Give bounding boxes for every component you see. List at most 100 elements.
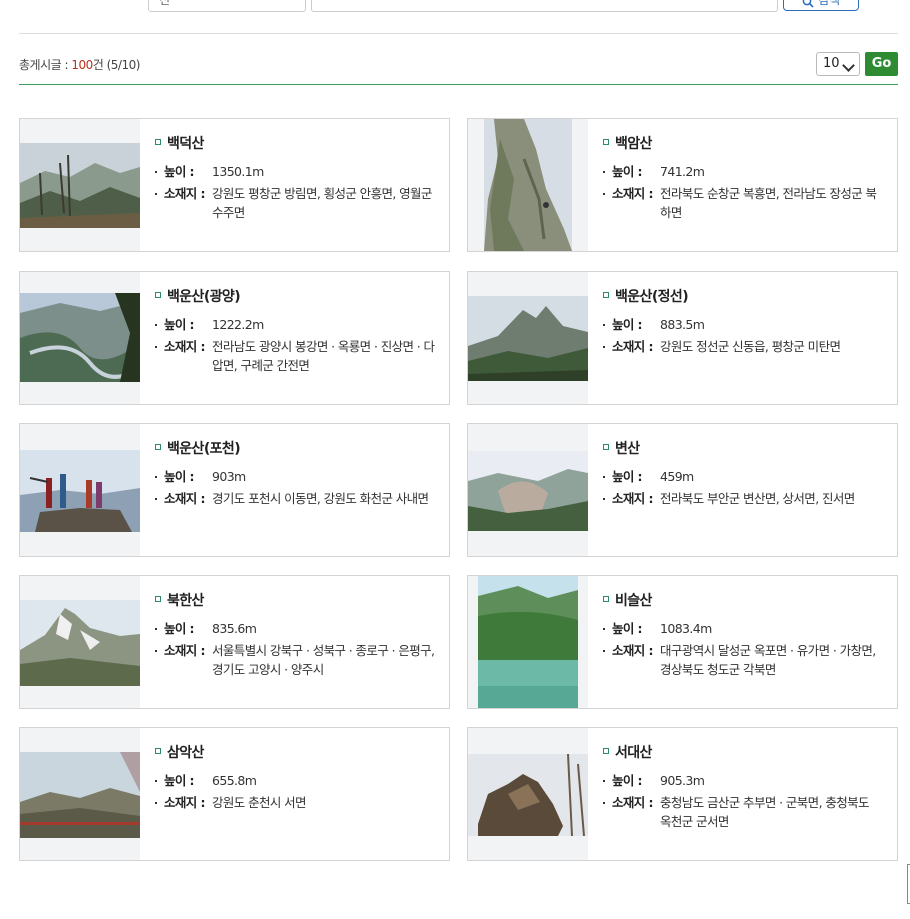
bullet-icon [603, 444, 609, 450]
height-label: 높이 : [164, 164, 195, 179]
height-row: 높이 : 905.3m [603, 771, 883, 790]
location-label: 소재지 : [164, 186, 205, 201]
height-label: 높이 : [164, 621, 195, 636]
per-page-select[interactable]: 10 [816, 52, 860, 76]
mountain-name-link[interactable]: 백암산 [603, 133, 883, 153]
location-value: 서울특별시 강북구 · 성북구 · 종로구 · 은평구, 경기도 고양시 · 양… [212, 643, 435, 677]
search-field-select[interactable]: 전 [148, 0, 306, 12]
height-value: 459m [660, 469, 694, 484]
location-value: 전라남도 광양시 봉강면 · 옥룡면 · 진상면 · 다압면, 구례군 간전면 [212, 339, 435, 373]
location-row: 소재지 : 전라남도 광양시 봉강면 · 옥룡면 · 진상면 · 다압면, 구례… [155, 337, 435, 375]
mountain-card[interactable]: 백운산(포천) 높이 : 903m 소재지 : 경기도 포천시 이동면, 강원도… [19, 423, 450, 557]
mountain-card[interactable]: 백덕산 높이 : 1350.1m 소재지 : 강원도 평창군 방림면, 횡성군 … [19, 118, 450, 252]
search-button[interactable]: 검색 [783, 0, 859, 11]
height-value: 741.2m [660, 164, 705, 179]
mountain-name-link[interactable]: 비슬산 [603, 590, 883, 610]
mountain-name: 변산 [615, 441, 640, 457]
location-row: 소재지 : 서울특별시 강북구 · 성북구 · 종로구 · 은평구, 경기도 고… [155, 641, 435, 679]
mountain-photo[interactable] [20, 272, 140, 404]
mountain-photo[interactable] [468, 424, 588, 556]
location-value: 전라북도 부안군 변산면, 상서면, 진서면 [660, 491, 855, 506]
mountain-photo[interactable] [468, 728, 588, 860]
height-value: 1083.4m [660, 621, 712, 636]
height-value: 903m [212, 469, 246, 484]
height-label: 높이 : [612, 317, 643, 332]
location-label: 소재지 : [612, 643, 653, 658]
height-row: 높이 : 1083.4m [603, 619, 883, 638]
location-row: 소재지 : 전라북도 부안군 변산면, 상서면, 진서면 [603, 489, 883, 508]
location-row: 소재지 : 경기도 포천시 이동면, 강원도 화천군 사내면 [155, 489, 435, 508]
location-value: 강원도 춘천시 서면 [212, 795, 307, 810]
height-label: 높이 : [612, 164, 643, 179]
total-count: 100 [71, 58, 93, 72]
height-row: 높이 : 903m [155, 467, 435, 486]
location-label: 소재지 : [612, 339, 653, 354]
mountain-name: 삼악산 [167, 745, 204, 761]
mountain-photo[interactable] [20, 728, 140, 860]
mountain-name-link[interactable]: 변산 [603, 438, 883, 458]
height-value: 655.8m [212, 773, 257, 788]
location-label: 소재지 : [164, 491, 205, 506]
bullet-icon [155, 596, 161, 602]
mountain-name: 백운산(정선) [615, 289, 689, 305]
mountain-card[interactable]: 백암산 높이 : 741.2m 소재지 : 전라북도 순창군 복흥면, 전라남도… [467, 118, 898, 252]
mountain-name-link[interactable]: 백덕산 [155, 133, 435, 153]
location-label: 소재지 : [612, 491, 653, 506]
mountain-name: 백덕산 [167, 136, 204, 152]
go-button[interactable]: Go [865, 52, 898, 76]
mountain-card[interactable]: 비슬산 높이 : 1083.4m 소재지 : 대구광역시 달성군 옥포면 · 유… [467, 575, 898, 709]
mountain-card[interactable]: 삼악산 높이 : 655.8m 소재지 : 강원도 춘천시 서면 [19, 727, 450, 861]
mountain-photo[interactable] [20, 424, 140, 556]
mountain-photo[interactable] [468, 272, 588, 404]
mountain-photo[interactable] [468, 576, 588, 708]
mountain-name: 백운산(포천) [167, 441, 241, 457]
mountain-photo[interactable] [20, 119, 140, 251]
bullet-icon [603, 748, 609, 754]
height-value: 835.6m [212, 621, 257, 636]
height-value: 1350.1m [212, 164, 264, 179]
mountain-name-link[interactable]: 백운산(정선) [603, 286, 883, 306]
location-row: 소재지 : 대구광역시 달성군 옥포면 · 유가면 · 가창면, 경상북도 청도… [603, 641, 883, 679]
location-value: 강원도 정선군 신동읍, 평창군 미탄면 [660, 339, 841, 354]
height-row: 높이 : 835.6m [155, 619, 435, 638]
chevron-down-icon [842, 59, 855, 72]
height-value: 883.5m [660, 317, 705, 332]
height-label: 높이 : [612, 621, 643, 636]
bullet-icon [155, 748, 161, 754]
mountain-photo[interactable] [20, 576, 140, 708]
height-value: 905.3m [660, 773, 705, 788]
height-label: 높이 : [612, 773, 643, 788]
total-posts: 총게시글 : 100건 (5/10) [19, 56, 140, 73]
mountain-card[interactable]: 서대산 높이 : 905.3m 소재지 : 충청남도 금산군 추부면 · 군북면… [467, 727, 898, 861]
location-label: 소재지 : [612, 795, 653, 810]
mountain-photo[interactable] [468, 119, 588, 251]
per-page-value: 10 [823, 56, 840, 71]
location-label: 소재지 : [612, 186, 653, 201]
mountain-card[interactable]: 백운산(정선) 높이 : 883.5m 소재지 : 강원도 정선군 신동읍, 평… [467, 271, 898, 405]
mountain-name: 백암산 [615, 136, 652, 152]
height-row: 높이 : 1350.1m [155, 162, 435, 181]
mountain-name-link[interactable]: 백운산(포천) [155, 438, 435, 458]
divider [19, 33, 898, 34]
search-button-label: 검색 [817, 0, 841, 7]
height-row: 높이 : 655.8m [155, 771, 435, 790]
mountain-name-link[interactable]: 서대산 [603, 742, 883, 762]
bullet-icon [155, 444, 161, 450]
mountain-name-link[interactable]: 삼악산 [155, 742, 435, 762]
search-icon [802, 0, 814, 8]
mountain-name: 비슬산 [615, 593, 652, 609]
location-value: 강원도 평창군 방림면, 횡성군 안흥면, 영월군 수주면 [212, 186, 432, 220]
mountain-card[interactable]: 백운산(광양) 높이 : 1222.2m 소재지 : 전라남도 광양시 봉강면 … [19, 271, 450, 405]
mountain-name-link[interactable]: 북한산 [155, 590, 435, 610]
location-row: 소재지 : 강원도 정선군 신동읍, 평창군 미탄면 [603, 337, 883, 356]
height-label: 높이 : [164, 773, 195, 788]
height-value: 1222.2m [212, 317, 264, 332]
location-label: 소재지 : [164, 339, 205, 354]
mountain-card[interactable]: 북한산 높이 : 835.6m 소재지 : 서울특별시 강북구 · 성북구 · … [19, 575, 450, 709]
search-input[interactable] [311, 0, 778, 12]
location-value: 충청남도 금산군 추부면 · 군북면, 충청북도 옥천군 군서면 [660, 795, 870, 829]
mountain-name-link[interactable]: 백운산(광양) [155, 286, 435, 306]
location-value: 경기도 포천시 이동면, 강원도 화천군 사내면 [212, 491, 429, 506]
bullet-icon [155, 139, 161, 145]
mountain-card[interactable]: 변산 높이 : 459m 소재지 : 전라북도 부안군 변산면, 상서면, 진서… [467, 423, 898, 557]
